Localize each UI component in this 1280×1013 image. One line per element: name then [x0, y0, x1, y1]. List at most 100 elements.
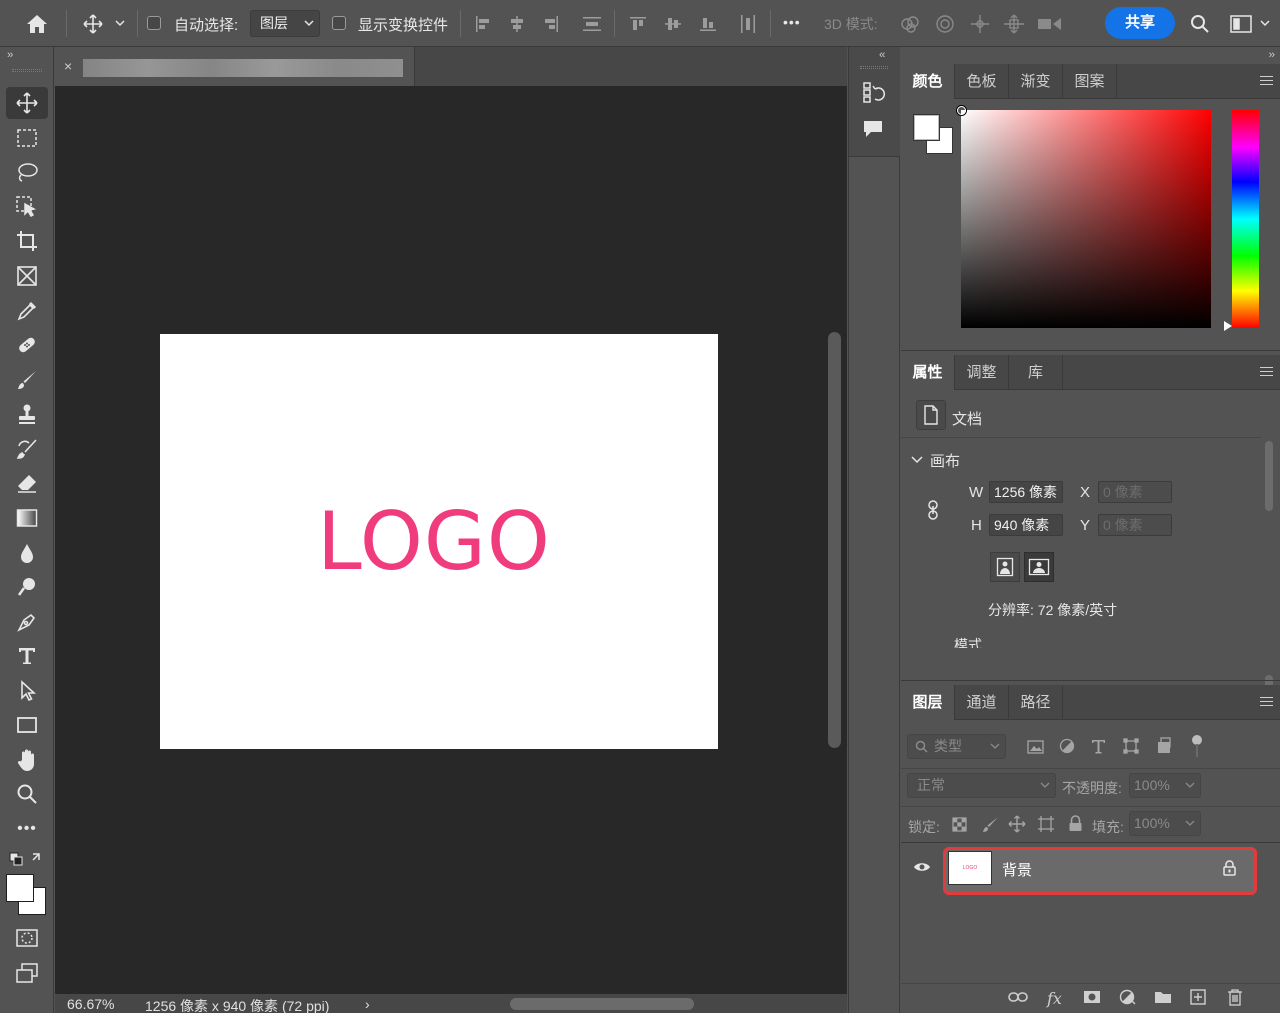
zoom-tool-icon[interactable]	[6, 778, 48, 810]
align-right-icon[interactable]	[539, 0, 563, 47]
tab-gradients[interactable]: 渐变	[1009, 64, 1063, 99]
lock-image-pixels-icon[interactable]	[982, 816, 999, 833]
search-icon[interactable]	[1186, 0, 1214, 47]
type-tool-icon[interactable]	[6, 640, 48, 672]
new-layer-icon[interactable]	[1190, 989, 1206, 1005]
foreground-color-swatch[interactable]	[913, 114, 940, 141]
filter-type-icon[interactable]	[1091, 739, 1106, 754]
width-field[interactable]: 1256 像素	[989, 481, 1063, 503]
tab-patterns[interactable]: 图案	[1063, 64, 1117, 99]
tab-channels[interactable]: 通道	[955, 685, 1009, 720]
layer-style-fx-icon[interactable]: fx	[1047, 989, 1062, 1008]
dodge-tool-icon[interactable]	[6, 571, 48, 603]
lock-all-icon[interactable]	[1068, 815, 1083, 832]
object-selection-tool-icon[interactable]	[6, 191, 48, 223]
collapse-dock-icon[interactable]: ‹‹	[879, 49, 885, 61]
swap-colors-icon[interactable]	[6, 847, 48, 871]
roll-3d-icon[interactable]	[931, 0, 959, 47]
gradient-tool-icon[interactable]	[6, 502, 48, 534]
align-left-icon[interactable]	[471, 0, 495, 47]
close-tab-icon[interactable]: ×	[64, 58, 72, 74]
align-top-icon[interactable]	[626, 0, 650, 47]
delete-layer-icon[interactable]	[1227, 988, 1243, 1006]
collapse-panels-icon[interactable]: ››	[1269, 49, 1275, 61]
new-group-folder-icon[interactable]	[1154, 990, 1172, 1004]
tab-paths[interactable]: 路径	[1009, 685, 1063, 720]
zoom-level[interactable]: 66.67%	[67, 996, 114, 1012]
canvas-section-title[interactable]: 画布	[930, 450, 960, 471]
filter-pixel-icon[interactable]	[1027, 740, 1044, 754]
layer-filter-dropdown[interactable]: 类型	[907, 734, 1006, 759]
lock-artboard-icon[interactable]	[1037, 815, 1055, 833]
edit-toolbar-button[interactable]: •••	[6, 813, 48, 845]
crop-tool-icon[interactable]	[6, 225, 48, 257]
tab-adjustments[interactable]: 调整	[955, 355, 1009, 390]
fill-field[interactable]: 100%	[1129, 811, 1201, 836]
toolbar-grip[interactable]	[12, 69, 42, 72]
share-button[interactable]: 共享	[1105, 7, 1175, 39]
eye-icon[interactable]	[913, 861, 931, 873]
vertical-scroll-thumb[interactable]	[828, 332, 841, 748]
lock-transparent-pixels-icon[interactable]	[952, 817, 967, 832]
hue-slider[interactable]	[1232, 110, 1259, 328]
color-field-marker[interactable]	[957, 106, 966, 115]
healing-brush-tool-icon[interactable]	[6, 329, 48, 361]
filter-adjustment-icon[interactable]	[1059, 738, 1075, 754]
filter-toggle-track[interactable]	[1196, 744, 1198, 757]
align-vertical-center-icon[interactable]	[661, 0, 685, 47]
align-horizontal-center-icon[interactable]	[505, 0, 529, 47]
blend-mode-dropdown[interactable]: 正常	[907, 773, 1056, 798]
distribute-vertical-icon[interactable]	[580, 0, 604, 47]
opacity-field[interactable]: 100%	[1129, 773, 1201, 798]
scale-3d-icon[interactable]	[1035, 0, 1065, 47]
status-info-arrow[interactable]: ›	[365, 996, 370, 1012]
layer-thumbnail[interactable]: LOGO	[948, 851, 992, 885]
add-mask-icon[interactable]	[1083, 990, 1101, 1004]
move-tool-icon[interactable]	[6, 87, 48, 119]
tab-libraries[interactable]: 库	[1009, 355, 1063, 390]
properties-scrollbar[interactable]	[1263, 441, 1275, 689]
lasso-tool-icon[interactable]	[6, 156, 48, 188]
chevron-down-icon[interactable]	[911, 456, 923, 464]
link-layers-icon[interactable]	[1008, 991, 1028, 1003]
distribute-horizontal-icon[interactable]	[736, 0, 760, 47]
hue-slider-marker[interactable]	[1224, 321, 1232, 331]
path-selection-tool-icon[interactable]	[6, 675, 48, 707]
vertical-scrollbar[interactable]	[823, 86, 847, 994]
portrait-orientation-button[interactable]	[990, 552, 1020, 582]
new-adjustment-layer-icon[interactable]	[1119, 989, 1137, 1005]
workspace-chevron-icon[interactable]	[1258, 0, 1272, 47]
tab-color[interactable]: 颜色	[901, 64, 955, 99]
move-tool-icon[interactable]	[78, 0, 108, 47]
comments-panel-icon[interactable]	[862, 119, 884, 142]
tool-preset-chevron-icon[interactable]	[112, 0, 128, 47]
slide-3d-icon[interactable]	[1000, 0, 1028, 47]
show-transform-checkbox[interactable]	[332, 16, 346, 30]
layer-name[interactable]: 背景	[1002, 859, 1032, 880]
eyedropper-tool-icon[interactable]	[6, 295, 48, 327]
tab-properties[interactable]: 属性	[901, 355, 955, 390]
quick-mask-icon[interactable]	[6, 922, 48, 954]
x-field[interactable]: 0 像素	[1098, 481, 1172, 503]
y-field[interactable]: 0 像素	[1098, 514, 1172, 536]
dock-grip[interactable]	[860, 66, 888, 69]
align-bottom-icon[interactable]	[696, 0, 720, 47]
more-options-button[interactable]: •••	[783, 14, 801, 30]
layer-row[interactable]: LOGO 背景	[901, 844, 1280, 896]
color-panel-menu-icon[interactable]	[1260, 76, 1273, 88]
filter-smart-object-icon[interactable]	[1156, 737, 1172, 755]
tab-swatches[interactable]: 色板	[955, 64, 1009, 99]
document-canvas[interactable]: LOGO	[160, 334, 718, 749]
clone-stamp-tool-icon[interactable]	[6, 398, 48, 430]
blur-tool-icon[interactable]	[6, 537, 48, 569]
workspace-icon[interactable]	[1224, 0, 1258, 47]
link-dimensions-icon[interactable]	[926, 499, 940, 521]
rectangle-tool-icon[interactable]	[6, 709, 48, 741]
frame-tool-icon[interactable]	[6, 260, 48, 292]
brush-tool-icon[interactable]	[6, 364, 48, 396]
horizontal-scroll-thumb[interactable]	[510, 998, 694, 1010]
home-icon[interactable]	[18, 0, 56, 47]
marquee-tool-icon[interactable]	[6, 122, 48, 154]
color-field[interactable]	[961, 110, 1211, 328]
lock-icon[interactable]	[1223, 860, 1236, 876]
